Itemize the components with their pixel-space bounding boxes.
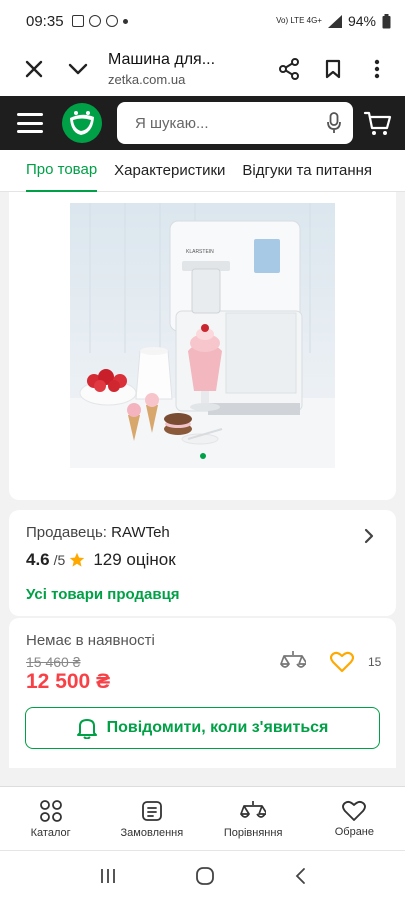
- status-notification-icons: [71, 15, 128, 27]
- product-image-card: KLARSTEIN: [9, 192, 396, 500]
- nav-catalog-label: Каталог: [30, 826, 71, 839]
- seller-label: Продавець:: [26, 524, 107, 541]
- all-seller-goods-link[interactable]: Усі товари продавця: [26, 586, 180, 603]
- home-icon[interactable]: [195, 866, 215, 886]
- system-navigation-bar: [0, 850, 405, 900]
- ice-cream-machine-illustration: KLARSTEIN: [70, 203, 335, 468]
- signal-icon: [327, 14, 342, 28]
- heart-icon: [342, 800, 367, 821]
- accessibility-notification-icon: [88, 15, 101, 27]
- close-icon: [25, 60, 43, 78]
- search-box[interactable]: Я шукаю...: [117, 102, 353, 144]
- page-url: zetka.com.ua: [108, 72, 186, 87]
- seller-card: Продавець: RAWTeh 4.6/5 129 оцінок Усі т…: [9, 510, 396, 616]
- battery-percent: 94%: [347, 13, 376, 29]
- bookmark-icon: [325, 59, 341, 79]
- app-notification-icon: [105, 15, 118, 27]
- share-icon: [279, 58, 299, 80]
- tab-about[interactable]: Про товар: [26, 150, 98, 192]
- chevron-down-icon: [68, 63, 88, 75]
- network-indicator: Vo) LTE 4G+: [276, 16, 322, 25]
- microphone-icon[interactable]: [327, 112, 341, 134]
- availability-status: Немає в наявності: [26, 632, 155, 649]
- nav-favorites[interactable]: Обране: [304, 787, 405, 850]
- recent-apps-icon[interactable]: [99, 867, 117, 885]
- favorites-count: 15: [368, 655, 382, 669]
- nav-orders-label: Замовлення: [120, 826, 184, 839]
- more-menu-button[interactable]: [355, 47, 399, 91]
- current-price: 12 500 ₴: [26, 670, 111, 693]
- notify-when-available-button[interactable]: Повідомити, коли з'явиться: [25, 707, 380, 749]
- star-icon: [70, 552, 85, 567]
- price-card: Немає в наявності 15 460 ₴ 12 500 ₴ 15 П…: [9, 618, 396, 768]
- cart-icon[interactable]: [363, 108, 393, 138]
- nav-compare-label: Порівняння: [223, 826, 283, 839]
- carousel-indicator-dot[interactable]: [200, 453, 206, 459]
- browser-title-bar: Машина для... zetka.com.ua: [0, 42, 405, 96]
- browser-title-texts[interactable]: Машина для... zetka.com.ua: [100, 51, 267, 87]
- more-notifications-icon: [122, 18, 128, 24]
- seller-name: RAWTeh: [111, 524, 170, 541]
- catalog-icon: [39, 799, 62, 822]
- rating-scale: /5: [53, 552, 66, 568]
- heart-icon[interactable]: [330, 651, 354, 673]
- collapse-button[interactable]: [56, 47, 100, 91]
- nav-compare[interactable]: Порівняння: [203, 787, 304, 850]
- reviews-count: 129 оцінок: [93, 550, 176, 569]
- gallery-notification-icon: [71, 15, 84, 27]
- seller-rating: 4.6/5 129 оцінок: [26, 550, 176, 570]
- photo-brand-text: KLARSTEIN: [186, 249, 214, 255]
- battery-icon: [382, 13, 391, 28]
- nav-catalog[interactable]: Каталог: [0, 787, 101, 850]
- rating-value: 4.6: [26, 550, 50, 569]
- share-button[interactable]: [267, 47, 311, 91]
- notify-button-label: Повідомити, коли з'явиться: [106, 719, 329, 736]
- more-vertical-icon: [374, 59, 380, 79]
- status-time: 09:35: [26, 12, 64, 30]
- chevron-right-icon[interactable]: [364, 528, 374, 544]
- back-icon[interactable]: [294, 867, 306, 885]
- bell-icon: [76, 719, 97, 739]
- tab-characteristics[interactable]: Характеристики: [114, 150, 225, 192]
- nav-favorites-label: Обране: [334, 825, 375, 838]
- site-header: Я шукаю...: [0, 96, 405, 150]
- compare-icon[interactable]: [280, 649, 306, 673]
- bottom-nav: Каталог Замовлення Порівняння Обране: [0, 786, 405, 850]
- old-price: 15 460 ₴: [26, 654, 81, 670]
- compare-icon: [240, 800, 267, 818]
- tab-reviews[interactable]: Відгуки та питання: [242, 150, 372, 192]
- bookmark-button[interactable]: [311, 47, 355, 91]
- hamburger-menu-icon[interactable]: [17, 113, 43, 133]
- page-title: Машина для...: [108, 51, 216, 68]
- nav-orders[interactable]: Замовлення: [101, 787, 202, 850]
- status-bar: 09:35 Vo) LTE 4G+ 94%: [0, 0, 405, 42]
- close-tab-button[interactable]: [12, 47, 56, 91]
- site-logo[interactable]: [61, 102, 103, 144]
- seller-info[interactable]: Продавець: RAWTeh: [26, 524, 170, 541]
- search-input[interactable]: Я шукаю...: [135, 115, 327, 132]
- orders-icon: [141, 800, 162, 821]
- product-photo[interactable]: KLARSTEIN: [70, 203, 335, 468]
- product-tabs: Про товар Характеристики Відгуки та пита…: [0, 150, 405, 192]
